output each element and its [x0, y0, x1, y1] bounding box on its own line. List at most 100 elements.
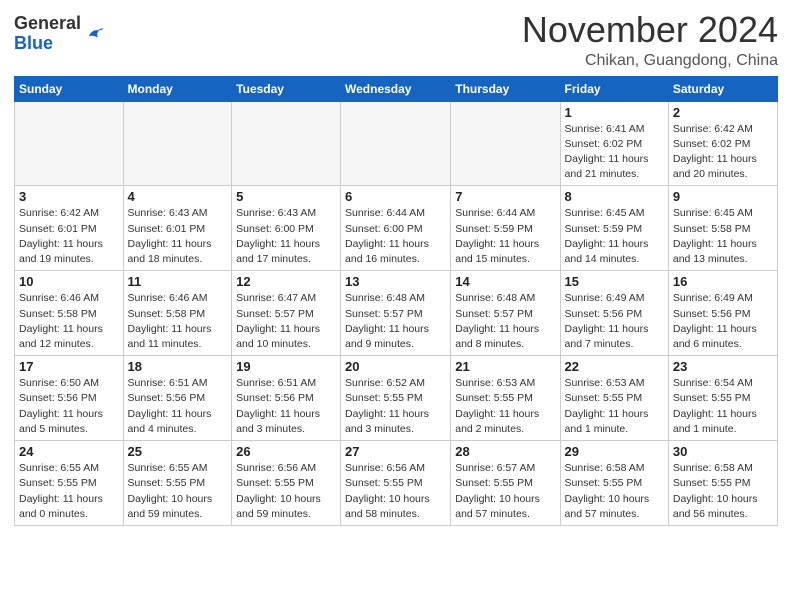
weekday-header-saturday: Saturday	[668, 76, 777, 101]
calendar-cell: 30 Sunrise: 6:58 AMSunset: 5:55 PMDayligh…	[668, 441, 777, 526]
calendar-cell: 29 Sunrise: 6:58 AMSunset: 5:55 PMDayligh…	[560, 441, 668, 526]
weekday-header-monday: Monday	[123, 76, 232, 101]
day-info: Sunrise: 6:53 AMSunset: 5:55 PMDaylight:…	[565, 376, 664, 437]
calendar-cell: 21 Sunrise: 6:53 AMSunset: 5:55 PMDayligh…	[451, 356, 560, 441]
day-number: 22	[565, 359, 664, 374]
day-number: 20	[345, 359, 446, 374]
calendar-cell: 11 Sunrise: 6:46 AMSunset: 5:58 PMDayligh…	[123, 271, 232, 356]
calendar-cell: 27 Sunrise: 6:56 AMSunset: 5:55 PMDayligh…	[341, 441, 451, 526]
day-number: 12	[236, 274, 336, 289]
calendar-cell	[123, 101, 232, 186]
day-info: Sunrise: 6:47 AMSunset: 5:57 PMDaylight:…	[236, 291, 336, 352]
weekday-header-thursday: Thursday	[451, 76, 560, 101]
day-number: 10	[19, 274, 119, 289]
day-info: Sunrise: 6:46 AMSunset: 5:58 PMDaylight:…	[19, 291, 119, 352]
logo-general: General	[14, 13, 81, 33]
day-number: 26	[236, 444, 336, 459]
calendar-cell: 8Sunrise: 6:45 AMSunset: 5:59 PMDaylight…	[560, 186, 668, 271]
day-info: Sunrise: 6:49 AMSunset: 5:56 PMDaylight:…	[673, 291, 773, 352]
day-info: Sunrise: 6:42 AMSunset: 6:01 PMDaylight:…	[19, 206, 119, 267]
day-number: 25	[128, 444, 228, 459]
day-info: Sunrise: 6:58 AMSunset: 5:55 PMDaylight:…	[673, 461, 773, 522]
day-info: Sunrise: 6:43 AMSunset: 6:00 PMDaylight:…	[236, 206, 336, 267]
title-block: November 2024 Chikan, Guangdong, China	[522, 10, 778, 70]
day-info: Sunrise: 6:48 AMSunset: 5:57 PMDaylight:…	[345, 291, 446, 352]
day-info: Sunrise: 6:57 AMSunset: 5:55 PMDaylight:…	[455, 461, 555, 522]
calendar-cell: 9 Sunrise: 6:45 AMSunset: 5:58 PMDaylight…	[668, 186, 777, 271]
day-number: 29	[565, 444, 664, 459]
calendar-cell	[341, 101, 451, 186]
day-info: Sunrise: 6:49 AMSunset: 5:56 PMDaylight:…	[565, 291, 664, 352]
day-number: 23	[673, 359, 773, 374]
day-info: Sunrise: 6:51 AMSunset: 5:56 PMDaylight:…	[128, 376, 228, 437]
calendar-cell: 3 Sunrise: 6:42 AMSunset: 6:01 PMDaylight…	[15, 186, 124, 271]
calendar-cell: 20 Sunrise: 6:52 AMSunset: 5:55 PMDayligh…	[341, 356, 451, 441]
day-info: Sunrise: 6:56 AMSunset: 5:55 PMDaylight:…	[345, 461, 446, 522]
day-number: 13	[345, 274, 446, 289]
day-info: Sunrise: 6:50 AMSunset: 5:56 PMDaylight:…	[19, 376, 119, 437]
calendar-cell: 12 Sunrise: 6:47 AMSunset: 5:57 PMDayligh…	[232, 271, 341, 356]
day-info: Sunrise: 6:48 AMSunset: 5:57 PMDaylight:…	[455, 291, 555, 352]
day-info: Sunrise: 6:43 AMSunset: 6:01 PMDaylight:…	[128, 206, 228, 267]
day-number: 16	[673, 274, 773, 289]
calendar-cell: 1Sunrise: 6:41 AMSunset: 6:02 PMDaylight…	[560, 101, 668, 186]
day-info: Sunrise: 6:42 AMSunset: 6:02 PMDaylight:…	[673, 122, 773, 183]
day-info: Sunrise: 6:46 AMSunset: 5:58 PMDaylight:…	[128, 291, 228, 352]
header: General Blue November 2024 Chikan, Guang…	[14, 10, 778, 70]
day-info: Sunrise: 6:55 AMSunset: 5:55 PMDaylight:…	[128, 461, 228, 522]
location-title: Chikan, Guangdong, China	[522, 52, 778, 70]
day-number: 15	[565, 274, 664, 289]
calendar-cell: 2 Sunrise: 6:42 AMSunset: 6:02 PMDaylight…	[668, 101, 777, 186]
day-info: Sunrise: 6:44 AMSunset: 6:00 PMDaylight:…	[345, 206, 446, 267]
day-number: 14	[455, 274, 555, 289]
weekday-header-friday: Friday	[560, 76, 668, 101]
calendar-cell: 13 Sunrise: 6:48 AMSunset: 5:57 PMDayligh…	[341, 271, 451, 356]
day-number: 24	[19, 444, 119, 459]
calendar-table: SundayMondayTuesdayWednesdayThursdayFrid…	[14, 76, 778, 526]
day-number: 6	[345, 189, 446, 204]
day-number: 18	[128, 359, 228, 374]
calendar-cell	[451, 101, 560, 186]
day-number: 28	[455, 444, 555, 459]
calendar-cell: 5 Sunrise: 6:43 AMSunset: 6:00 PMDaylight…	[232, 186, 341, 271]
day-number: 3	[19, 189, 119, 204]
day-info: Sunrise: 6:58 AMSunset: 5:55 PMDaylight:…	[565, 461, 664, 522]
calendar-cell: 15 Sunrise: 6:49 AMSunset: 5:56 PMDayligh…	[560, 271, 668, 356]
calendar-cell: 6 Sunrise: 6:44 AMSunset: 6:00 PMDaylight…	[341, 186, 451, 271]
calendar-cell: 4 Sunrise: 6:43 AMSunset: 6:01 PMDaylight…	[123, 186, 232, 271]
day-info: Sunrise: 6:51 AMSunset: 5:56 PMDaylight:…	[236, 376, 336, 437]
day-info: Sunrise: 6:52 AMSunset: 5:55 PMDaylight:…	[345, 376, 446, 437]
day-number: 19	[236, 359, 336, 374]
day-number: 4	[128, 189, 228, 204]
day-number: 11	[128, 274, 228, 289]
day-info: Sunrise: 6:54 AMSunset: 5:55 PMDaylight:…	[673, 376, 773, 437]
calendar-cell: 10 Sunrise: 6:46 AMSunset: 5:58 PMDayligh…	[15, 271, 124, 356]
day-number: 5	[236, 189, 336, 204]
weekday-header-sunday: Sunday	[15, 76, 124, 101]
day-number: 27	[345, 444, 446, 459]
day-info: Sunrise: 6:45 AMSunset: 5:59 PMDaylight:…	[565, 206, 664, 267]
calendar-cell: 24 Sunrise: 6:55 AMSunset: 5:55 PMDayligh…	[15, 441, 124, 526]
day-info: Sunrise: 6:41 AMSunset: 6:02 PMDaylight:…	[565, 122, 664, 183]
day-info: Sunrise: 6:45 AMSunset: 5:58 PMDaylight:…	[673, 206, 773, 267]
weekday-header-wednesday: Wednesday	[341, 76, 451, 101]
calendar-cell: 18 Sunrise: 6:51 AMSunset: 5:56 PMDayligh…	[123, 356, 232, 441]
calendar-cell: 7Sunrise: 6:44 AMSunset: 5:59 PMDaylight…	[451, 186, 560, 271]
calendar-cell: 17 Sunrise: 6:50 AMSunset: 5:56 PMDayligh…	[15, 356, 124, 441]
calendar-cell: 26Sunrise: 6:56 AMSunset: 5:55 PMDayligh…	[232, 441, 341, 526]
logo-bird-icon	[83, 23, 105, 45]
day-number: 30	[673, 444, 773, 459]
calendar-cell: 23 Sunrise: 6:54 AMSunset: 5:55 PMDayligh…	[668, 356, 777, 441]
day-number: 2	[673, 105, 773, 120]
month-title: November 2024	[522, 10, 778, 50]
day-number: 17	[19, 359, 119, 374]
day-number: 9	[673, 189, 773, 204]
calendar-cell: 28 Sunrise: 6:57 AMSunset: 5:55 PMDayligh…	[451, 441, 560, 526]
day-info: Sunrise: 6:44 AMSunset: 5:59 PMDaylight:…	[455, 206, 555, 267]
day-number: 21	[455, 359, 555, 374]
calendar-cell: 19 Sunrise: 6:51 AMSunset: 5:56 PMDayligh…	[232, 356, 341, 441]
weekday-header-tuesday: Tuesday	[232, 76, 341, 101]
day-info: Sunrise: 6:55 AMSunset: 5:55 PMDaylight:…	[19, 461, 119, 522]
day-info: Sunrise: 6:53 AMSunset: 5:55 PMDaylight:…	[455, 376, 555, 437]
calendar-cell	[232, 101, 341, 186]
